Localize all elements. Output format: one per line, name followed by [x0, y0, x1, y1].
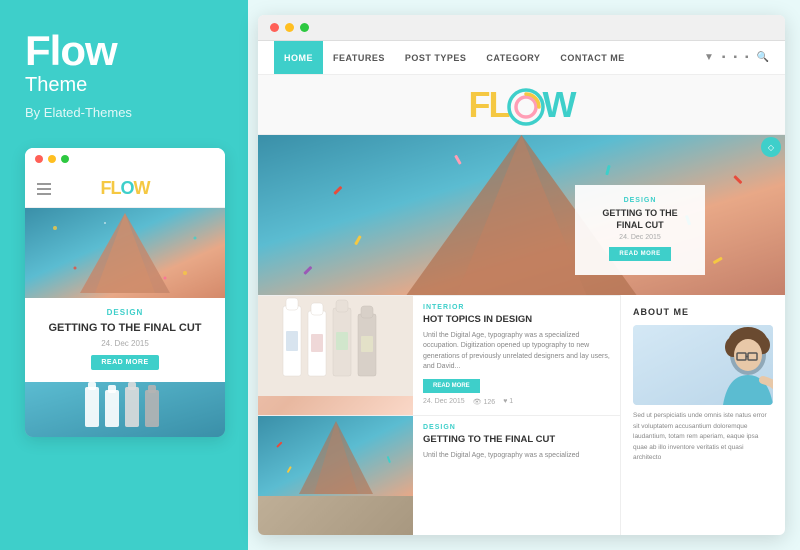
mobile-bottom-strip: [25, 382, 225, 437]
post-1-title: HOT TOPICS IN DESIGN: [423, 314, 610, 326]
browser-dot-yellow: [285, 23, 294, 32]
hero-section: DESIGN GETTING TO THE FINAL CUT 24. Dec …: [258, 135, 785, 295]
nav-category[interactable]: CATEGORY: [476, 41, 550, 74]
social-icon-3[interactable]: ▪: [733, 52, 737, 63]
content-row: INTERIOR HOT TOPICS IN DESIGN Until the …: [258, 295, 785, 535]
post-1-date: 24. Dec 2015: [423, 398, 465, 406]
post-2-title: GETTING TO THE FINAL CUT: [423, 434, 610, 446]
post-1-excerpt: Until the Digital Age, typography was a …: [423, 331, 610, 373]
site-nav: HOME FEATURES POST TYPES CATEGORY CONTAC…: [258, 41, 785, 75]
right-panel: HOME FEATURES POST TYPES CATEGORY CONTAC…: [248, 0, 800, 550]
mobile-header: FLOW: [25, 170, 225, 208]
left-panel: Flow Theme By Elated-Themes FLOW: [0, 0, 248, 550]
right-edge-icons: ◆ ◇: [761, 135, 785, 215]
post-2-excerpt: Until the Digital Age, typography was a …: [423, 451, 610, 462]
hero-category: DESIGN: [591, 197, 689, 204]
post-1-image: [258, 296, 413, 415]
mobile-topbar: [25, 148, 225, 170]
hamburger-icon: [37, 183, 51, 195]
mobile-dot-yellow: [48, 155, 56, 163]
post-2-row: DESIGN GETTING TO THE FINAL CUT Until th…: [258, 415, 620, 535]
post-1-row: INTERIOR HOT TOPICS IN DESIGN Until the …: [258, 295, 620, 415]
search-icon[interactable]: 🔍: [757, 52, 769, 63]
mobile-hero-image: [25, 208, 225, 298]
site-header: FL W: [258, 75, 785, 135]
browser-dot-red: [270, 23, 279, 32]
nav-features[interactable]: FEATURES: [323, 41, 395, 74]
post-2-image: [258, 416, 413, 535]
mobile-dot-red: [35, 155, 43, 163]
post-2-category: DESIGN: [423, 424, 610, 431]
post-1-read-more[interactable]: READ MORE: [423, 379, 480, 393]
hero-date: 24. Dec 2015: [591, 234, 689, 241]
mobile-logo: FLOW: [100, 178, 149, 199]
site-logo: FL W: [258, 87, 785, 126]
sidebar-avatar: [633, 325, 773, 405]
hero-overlay-card: DESIGN GETTING TO THE FINAL CUT 24. Dec …: [575, 185, 705, 275]
mobile-blog-date: 24. Dec 2015: [37, 339, 213, 348]
sidebar-text: Sed ut perspiciatis unde omnis iste natu…: [633, 411, 773, 463]
browser-dot-green: [300, 23, 309, 32]
nav-contact[interactable]: CONTACT ME: [550, 41, 634, 74]
browser-chrome: [258, 15, 785, 41]
middle-posts: INTERIOR HOT TOPICS IN DESIGN Until the …: [258, 295, 620, 535]
social-icon-4[interactable]: ▪: [745, 52, 749, 63]
social-icon-2[interactable]: ▪: [722, 52, 726, 63]
site-content: DESIGN GETTING TO THE FINAL CUT 24. Dec …: [258, 135, 785, 535]
brand-title: Flow: [25, 30, 117, 72]
post-1-views: 👁 126: [473, 398, 496, 406]
edge-icon-2[interactable]: ◇: [761, 137, 781, 157]
brand-subtitle: Theme: [25, 74, 87, 97]
hero-title: GETTING TO THE FINAL CUT: [591, 208, 689, 231]
sidebar-title: ABOUT ME: [633, 307, 773, 317]
social-icon-1[interactable]: ▼: [704, 52, 714, 63]
post-1-likes: ♥ 1: [503, 398, 513, 406]
mobile-blog-content: DESIGN GETTING TO THE FINAL CUT 24. Dec …: [25, 298, 225, 382]
sidebar-right: ABOUT ME: [620, 295, 785, 535]
nav-right-icons: ▼ ▪ ▪ ▪ 🔍: [704, 52, 769, 63]
mobile-blog-card: DESIGN GETTING TO THE FINAL CUT 24. Dec …: [25, 208, 225, 382]
browser-window: HOME FEATURES POST TYPES CATEGORY CONTAC…: [258, 15, 785, 535]
mobile-read-more-btn[interactable]: READ MORE: [91, 355, 158, 370]
mobile-category: DESIGN: [37, 308, 213, 317]
nav-post-types[interactable]: POST TYPES: [395, 41, 477, 74]
nav-home[interactable]: HOME: [274, 41, 323, 74]
post-2-content: DESIGN GETTING TO THE FINAL CUT Until th…: [413, 416, 620, 535]
hero-read-more-btn[interactable]: READ MORE: [609, 247, 670, 261]
brand-author: By Elated-Themes: [25, 105, 132, 120]
post-1-content: INTERIOR HOT TOPICS IN DESIGN Until the …: [413, 296, 620, 415]
mobile-dot-green: [61, 155, 69, 163]
mobile-preview: FLOW: [25, 148, 225, 437]
post-1-meta: 24. Dec 2015 👁 126 ♥ 1: [423, 398, 610, 406]
mobile-blog-title: GETTING TO THE FINAL CUT: [37, 321, 213, 335]
post-1-category: INTERIOR: [423, 304, 610, 311]
